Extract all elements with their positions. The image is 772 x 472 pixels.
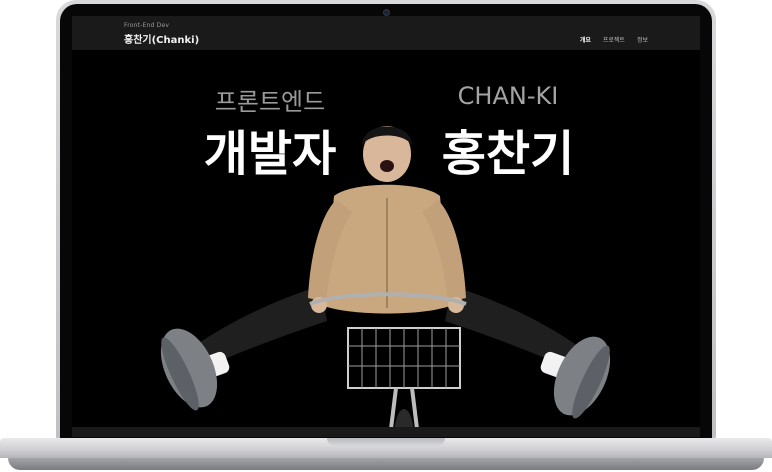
- laptop-mockup: Front-End Dev 홍찬기(Chanki) 개요 프로젝트 정보 프론트…: [0, 0, 772, 472]
- base-bottom-edge: [8, 458, 764, 470]
- base-notch: [327, 438, 445, 446]
- hero-name-subtitle: CHAN-KI: [457, 82, 559, 110]
- hero-photo: [160, 126, 611, 437]
- hero-name-title: 홍찬기: [441, 126, 575, 182]
- hero-role-title: 개발자: [203, 126, 337, 182]
- laptop-screen: Front-End Dev 홍찬기(Chanki) 개요 프로젝트 정보 프론트…: [72, 16, 700, 437]
- hero-role-subtitle: 프론트엔드: [214, 88, 326, 116]
- mouth: [380, 160, 394, 172]
- camera-icon: [383, 9, 390, 16]
- laptop-base: [0, 436, 772, 472]
